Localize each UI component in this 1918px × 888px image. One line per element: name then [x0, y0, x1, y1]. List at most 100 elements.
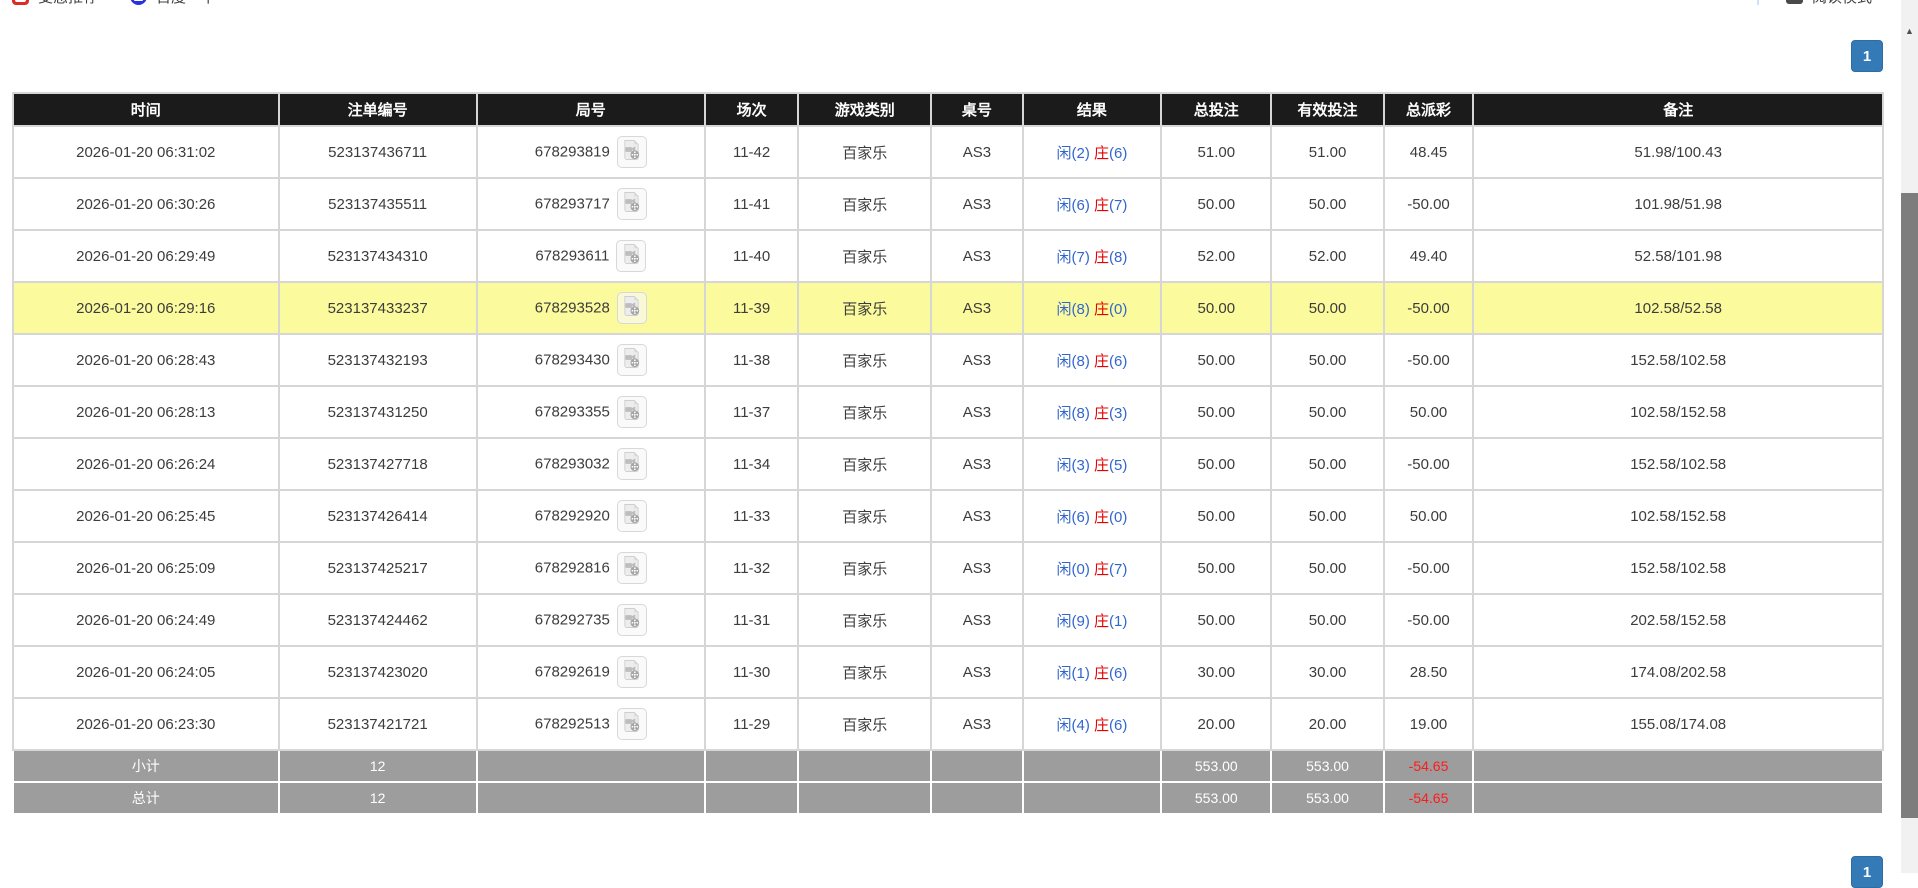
cell-result: 闲(7) 庄(8) [1021, 229, 1163, 283]
video-playback-button[interactable] [616, 292, 647, 324]
cell-result: 闲(9) 庄(1) [1021, 593, 1163, 647]
cell-time: 2026-01-20 06:28:13 [12, 385, 280, 439]
cell-remark: 174.08/202.58 [1472, 645, 1884, 699]
banker-result-label: 庄 [1094, 716, 1110, 734]
cell-result: 闲(2) 庄(6) [1021, 125, 1163, 179]
player-result-label: 闲 [1056, 508, 1072, 526]
player-result-label: 闲 [1056, 716, 1072, 734]
banker-result-value: (3) [1109, 404, 1128, 422]
video-playback-button[interactable] [616, 448, 647, 480]
cell-total-bet-link[interactable]: 30.00 [1160, 645, 1273, 699]
column-header-game_type: 游戏类别 [797, 92, 933, 127]
cell-total-bet-link[interactable]: 50.00 [1160, 437, 1273, 491]
cell-table-no: AS3 [930, 437, 1024, 491]
video-playback-button[interactable] [616, 136, 647, 168]
cell-game-type: 百家乐 [797, 385, 933, 439]
round-number: 678292513 [534, 715, 610, 733]
cell-bet-id: 523137433237 [277, 281, 478, 335]
video-playback-button[interactable] [616, 396, 647, 428]
round-number: 678293355 [534, 403, 610, 421]
scrollbar-thumb[interactable] [1901, 193, 1918, 818]
video-playback-button[interactable] [616, 552, 647, 584]
video-playback-button[interactable] [616, 240, 647, 272]
cell-result: 闲(6) 庄(7) [1021, 177, 1163, 231]
pagination-page-1-bottom[interactable]: 1 [1851, 856, 1883, 888]
cell-total-bet-link[interactable]: 50.00 [1160, 489, 1273, 543]
cell-valid-bet: 50.00 [1270, 281, 1385, 335]
banker-result-label: 庄 [1094, 352, 1110, 370]
table-row: 2026-01-20 06:24:05 523137423020 678292619… [12, 645, 1884, 699]
banker-result-value: (6) [1109, 352, 1128, 370]
vertical-scrollbar[interactable]: ▲ [1901, 0, 1918, 873]
player-result-label: 闲 [1056, 664, 1072, 682]
banker-result-value: (5) [1109, 456, 1128, 474]
pagination-page-1-top[interactable]: 1 [1851, 40, 1883, 72]
round-number: 678292735 [534, 611, 610, 629]
cell-game-type: 百家乐 [797, 645, 933, 699]
cell-table-no: AS3 [930, 281, 1024, 335]
cell-remark: 102.58/152.58 [1472, 489, 1884, 543]
banker-result-label: 庄 [1094, 248, 1110, 266]
cell-table-no: AS3 [930, 125, 1024, 179]
video-playback-button[interactable] [616, 656, 647, 688]
bookmark-favicon-red[interactable] [12, 0, 29, 5]
bookmark-favicon-blue[interactable] [130, 0, 148, 5]
cell-game-type: 百家乐 [797, 281, 933, 335]
cell-game-type: 百家乐 [797, 437, 933, 491]
cell-total-bet-link[interactable]: 50.00 [1160, 385, 1273, 439]
cell-round-id: 678292735 [475, 593, 706, 647]
video-record-icon [624, 296, 640, 316]
video-playback-button[interactable] [616, 708, 647, 740]
cell-total-bet-link[interactable]: 50.00 [1160, 281, 1273, 335]
cell-total-bet-link[interactable]: 50.00 [1160, 593, 1273, 647]
cell-table-no: AS3 [930, 229, 1024, 283]
cell-time: 2026-01-20 06:25:45 [12, 489, 280, 543]
bookmark-item[interactable]: 变态推荐 [38, 0, 98, 7]
cell-game-type: 百家乐 [797, 177, 933, 231]
cell-remark: 202.58/152.58 [1472, 593, 1884, 647]
cell-round-id: 678292619 [475, 645, 706, 699]
cell-bet-id: 523137425217 [277, 541, 478, 595]
scrollbar-up-arrow-icon[interactable]: ▲ [1901, 18, 1918, 43]
reading-mode-label[interactable]: 阅读模式 [1812, 0, 1872, 7]
banker-result-value: (1) [1109, 612, 1128, 630]
video-playback-button[interactable] [616, 500, 647, 532]
cell-bet-id: 523137426414 [277, 489, 478, 543]
summary-empty [1021, 781, 1163, 815]
summary-empty [930, 749, 1024, 783]
video-playback-button[interactable] [616, 344, 647, 376]
cell-total-bet-link[interactable]: 50.00 [1160, 541, 1273, 595]
cell-total-bet-link[interactable]: 50.00 [1160, 333, 1273, 387]
banker-result-label: 庄 [1094, 456, 1110, 474]
cell-session: 11-41 [703, 177, 800, 231]
cell-bet-id: 523137435511 [277, 177, 478, 231]
video-record-icon [624, 712, 640, 732]
cell-total-bet-link[interactable]: 20.00 [1160, 697, 1273, 751]
banker-result-value: (6) [1109, 664, 1128, 682]
cell-total-bet-link[interactable]: 51.00 [1160, 125, 1273, 179]
banker-result-label: 庄 [1094, 560, 1110, 578]
cell-total-bet-link[interactable]: 52.00 [1160, 229, 1273, 283]
summary-count: 12 [277, 781, 478, 815]
table-row: 2026-01-20 06:29:16 523137433237 678293528… [12, 281, 1884, 335]
player-result-value: (4) [1071, 716, 1090, 734]
video-playback-button[interactable] [616, 604, 647, 636]
cell-valid-bet: 30.00 [1270, 645, 1385, 699]
cell-session: 11-34 [703, 437, 800, 491]
video-playback-button[interactable] [616, 188, 647, 220]
chevron-down-icon[interactable]: ⌄ [223, 0, 232, 3]
bookmark-item[interactable]: 百度一下 [156, 0, 216, 7]
cell-valid-bet: 50.00 [1270, 177, 1385, 231]
cell-remark: 155.08/174.08 [1472, 697, 1884, 751]
cell-bet-id: 523137427718 [277, 437, 478, 491]
reading-mode-icon[interactable] [1785, 0, 1803, 4]
table-row: 2026-01-20 06:26:24 523137427718 678293032… [12, 437, 1884, 491]
player-result-label: 闲 [1056, 560, 1072, 578]
column-header-result: 结果 [1021, 92, 1163, 127]
summary-empty [930, 781, 1024, 815]
cell-total-bet-link[interactable]: 50.00 [1160, 177, 1273, 231]
summary-total-bet: 553.00 [1160, 781, 1273, 815]
cell-total-payout: -50.00 [1382, 437, 1475, 491]
table-row: 2026-01-20 06:23:30 523137421721 678292513… [12, 697, 1884, 751]
banker-result-label: 庄 [1094, 508, 1110, 526]
